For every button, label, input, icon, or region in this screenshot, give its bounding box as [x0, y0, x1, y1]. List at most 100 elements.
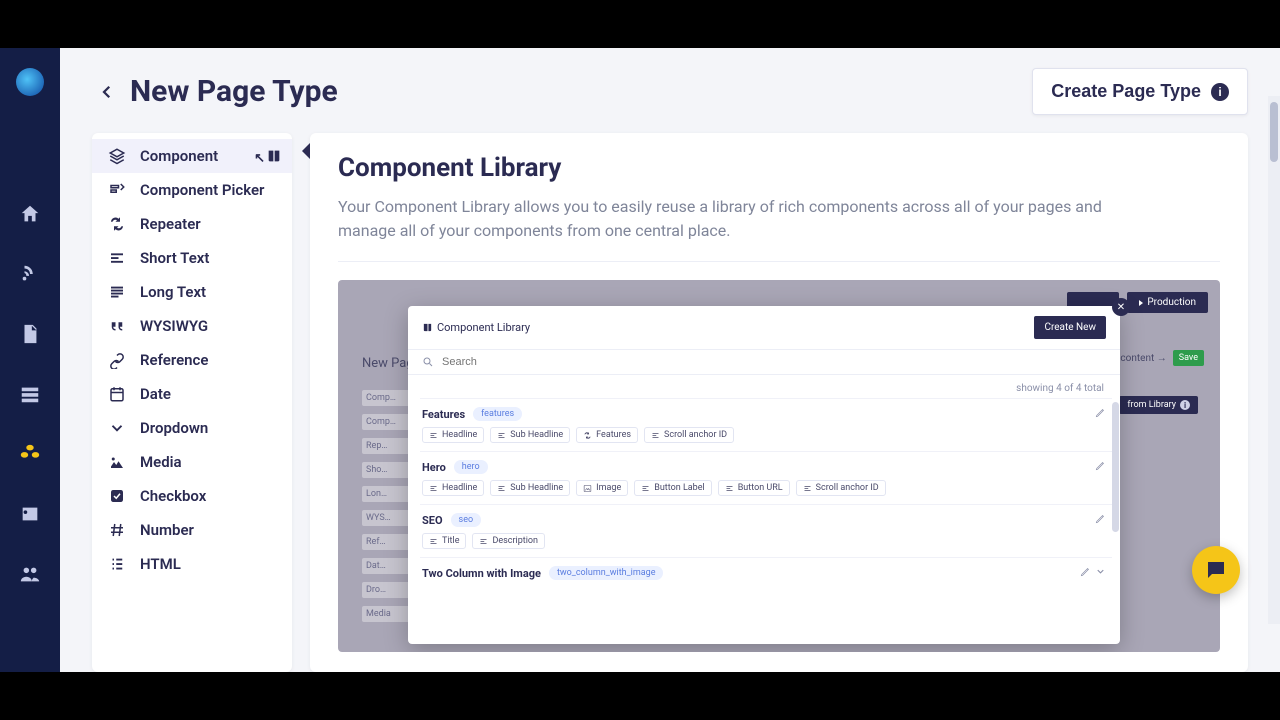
- field-chip: Button Label: [634, 480, 711, 496]
- picker-icon: [106, 181, 128, 199]
- book-icon: [266, 148, 282, 164]
- edit-row-button[interactable]: [1080, 566, 1106, 577]
- dialog-title-label: Component Library: [437, 321, 530, 334]
- field-label: Short Text: [140, 249, 209, 267]
- create-new-button[interactable]: Create New: [1034, 316, 1106, 339]
- field-chip: Button URL: [718, 480, 790, 496]
- library-row[interactable]: Two Column with Image two_column_with_im…: [420, 557, 1112, 594]
- mock-production-label: Production: [1147, 297, 1196, 308]
- results-count: showing 4 of 4 total: [408, 375, 1120, 398]
- field-type-media[interactable]: Media: [92, 445, 292, 479]
- library-row[interactable]: SEO seo TitleDescription: [420, 504, 1112, 557]
- edit-row-button[interactable]: [1095, 407, 1106, 418]
- field-label: Checkbox: [140, 487, 206, 505]
- panel-pointer-icon: [302, 143, 310, 159]
- app-logo-icon: [16, 68, 44, 96]
- lines-long-icon: [106, 283, 128, 301]
- field-chip: Description: [472, 533, 545, 549]
- search-icon: [422, 356, 434, 368]
- panel-title: Component Library: [338, 153, 1220, 183]
- chevron-down-icon: [1095, 566, 1106, 577]
- list-scrollbar[interactable]: [1112, 402, 1120, 640]
- field-type-number[interactable]: Number: [92, 513, 292, 547]
- nav-home-icon[interactable]: [16, 200, 44, 228]
- create-page-type-label: Create Page Type: [1051, 81, 1201, 102]
- field-label: Repeater: [140, 215, 201, 233]
- nav-tables-icon[interactable]: [16, 380, 44, 408]
- edit-row-button[interactable]: [1095, 460, 1106, 471]
- field-chip: Features: [576, 427, 638, 443]
- hash-icon: [106, 521, 128, 539]
- field-type-list: Component ↖ Component Picker Repeater Short …: [92, 133, 292, 672]
- nav-components-icon[interactable]: [16, 440, 44, 468]
- sidebar-rail: [0, 48, 60, 672]
- info-icon: i: [1211, 83, 1229, 101]
- help-fab-button[interactable]: [1192, 546, 1240, 594]
- chevron-down-icon: [106, 419, 128, 437]
- library-dialog: ✕ Component Library Create New: [408, 306, 1120, 644]
- field-chip: Title: [422, 533, 466, 549]
- row-slug: seo: [451, 513, 482, 527]
- mock-from-library-label: from Library: [1127, 400, 1176, 410]
- library-row[interactable]: Features features HeadlineSub HeadlineFe…: [420, 398, 1112, 451]
- field-chip: Image: [576, 480, 628, 496]
- back-button[interactable]: [92, 77, 122, 107]
- field-type-long-text[interactable]: Long Text: [92, 275, 292, 309]
- field-label: WYSIWYG: [140, 317, 208, 335]
- link-icon: [106, 351, 128, 369]
- row-slug: features: [473, 407, 522, 421]
- info-icon: i: [1180, 400, 1190, 410]
- play-icon: [1139, 300, 1143, 306]
- field-label: Date: [140, 385, 171, 403]
- page-scrollbar[interactable]: [1268, 96, 1280, 624]
- field-type-repeater[interactable]: Repeater: [92, 207, 292, 241]
- nav-pages-icon[interactable]: [16, 320, 44, 348]
- row-name: Two Column with Image: [422, 567, 541, 580]
- field-type-dropdown[interactable]: Dropdown: [92, 411, 292, 445]
- page-title: New Page Type: [130, 74, 338, 109]
- chat-icon: [1204, 558, 1228, 582]
- mock-badge-production: Production: [1127, 292, 1208, 313]
- field-label: Dropdown: [140, 419, 208, 437]
- mock-from-library-button: from Library i: [1119, 396, 1198, 414]
- field-type-component-picker[interactable]: Component Picker: [92, 173, 292, 207]
- panel-description: Your Component Library allows you to eas…: [338, 195, 1149, 243]
- dialog-title: Component Library: [422, 321, 530, 334]
- book-icon: [422, 322, 433, 333]
- field-type-component[interactable]: Component ↖: [92, 139, 292, 173]
- layers-icon: [106, 147, 128, 165]
- checkbox-icon: [106, 487, 128, 505]
- field-label: Number: [140, 521, 194, 539]
- field-chip: Sub Headline: [490, 480, 570, 496]
- nav-users-icon[interactable]: [16, 560, 44, 588]
- field-chip: Sub Headline: [490, 427, 570, 443]
- panel-component-library: Component Library Your Component Library…: [310, 133, 1248, 672]
- dialog-close-button[interactable]: ✕: [1112, 298, 1130, 316]
- mock-save-button: Save: [1173, 350, 1204, 366]
- media-icon: [106, 453, 128, 471]
- field-chip: Scroll anchor ID: [644, 427, 734, 443]
- create-page-type-button[interactable]: Create Page Type i: [1032, 68, 1248, 115]
- field-type-reference[interactable]: Reference: [92, 343, 292, 377]
- cursor-icon: ↖: [254, 151, 265, 166]
- field-type-date[interactable]: Date: [92, 377, 292, 411]
- panel-divider: [338, 261, 1220, 262]
- nav-blog-icon[interactable]: [16, 260, 44, 288]
- field-chip: Headline: [422, 480, 484, 496]
- field-label: Long Text: [140, 283, 206, 301]
- field-type-short-text[interactable]: Short Text: [92, 241, 292, 275]
- row-slug: two_column_with_image: [549, 566, 664, 580]
- library-preview: Production New Page is content → Save fr…: [338, 280, 1220, 652]
- field-type-html[interactable]: HTML: [92, 547, 292, 581]
- nav-media-icon[interactable]: [16, 500, 44, 528]
- edit-row-button[interactable]: [1095, 513, 1106, 524]
- field-label: Component: [140, 147, 218, 165]
- row-name: Hero: [422, 461, 446, 474]
- row-slug: hero: [454, 460, 488, 474]
- field-label: Component Picker: [140, 181, 264, 199]
- quote-icon: [106, 317, 128, 335]
- library-row[interactable]: Hero hero Headline Sub Headline Image Butto…: [420, 451, 1112, 504]
- field-type-checkbox[interactable]: Checkbox: [92, 479, 292, 513]
- field-type-wysiwyg[interactable]: WYSIWYG: [92, 309, 292, 343]
- library-search-input[interactable]: [442, 356, 1106, 368]
